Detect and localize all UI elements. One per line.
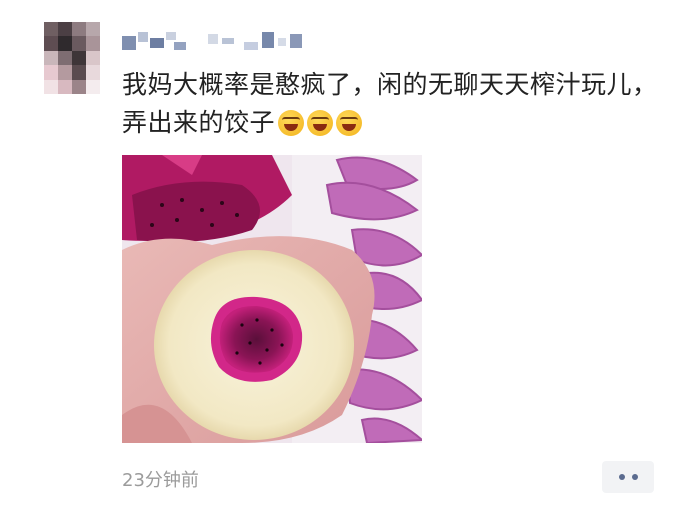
dragon-fruit-dumpling-photo (122, 155, 422, 443)
post-text: 我妈大概率是憨疯了，闲的无聊天天榨汁玩儿，弄出来的饺子 (122, 66, 662, 142)
post-timestamp: 23分钟前 (122, 470, 199, 491)
post-text-content: 我妈大概率是憨疯了，闲的无聊天天榨汁玩儿，弄出来的饺子 (122, 70, 658, 137)
more-dots-icon (631, 474, 638, 480)
post-photo[interactable] (122, 155, 422, 443)
grinning-squinting-face-icon (336, 110, 363, 136)
moment-post: 我妈大概率是憨疯了，闲的无聊天天榨汁玩儿，弄出来的饺子 23分钟前 (0, 0, 690, 510)
grinning-squinting-face-icon (307, 110, 334, 136)
grinning-squinting-face-icon (278, 110, 305, 136)
avatar[interactable] (44, 22, 100, 94)
more-actions-button[interactable] (602, 461, 654, 493)
more-dots-icon (618, 474, 625, 480)
nickname-pixelated[interactable] (122, 28, 322, 52)
